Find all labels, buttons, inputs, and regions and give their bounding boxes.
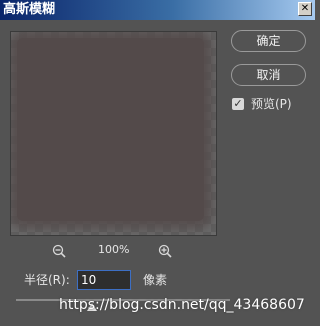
radius-label: 半径(R): bbox=[24, 273, 70, 287]
watermark-text: https://blog.csdn.net/qq_43468607 bbox=[59, 297, 305, 313]
ok-button[interactable]: 确定 bbox=[231, 30, 306, 52]
preview-checkbox[interactable]: ✓ bbox=[232, 98, 244, 110]
close-button[interactable]: ✕ bbox=[298, 2, 312, 16]
zoom-in-icon bbox=[158, 244, 172, 258]
checkmark-icon: ✓ bbox=[233, 97, 243, 110]
blurred-preview-image bbox=[17, 38, 204, 221]
zoom-out-icon bbox=[52, 244, 66, 258]
window-title: 高斯模糊 bbox=[3, 2, 56, 17]
radius-unit-label: 像素 bbox=[143, 273, 168, 287]
radius-input[interactable] bbox=[77, 270, 131, 290]
title-bar: 高斯模糊 ✕ bbox=[0, 0, 315, 20]
zoom-out-button[interactable] bbox=[52, 243, 66, 258]
zoom-in-button[interactable] bbox=[158, 243, 172, 258]
preview-pane[interactable] bbox=[10, 31, 217, 236]
close-icon: ✕ bbox=[300, 3, 310, 14]
cancel-button[interactable]: 取消 bbox=[231, 64, 306, 86]
preview-checkbox-label[interactable]: 预览(P) bbox=[251, 96, 292, 112]
zoom-level: 100% bbox=[98, 243, 130, 256]
